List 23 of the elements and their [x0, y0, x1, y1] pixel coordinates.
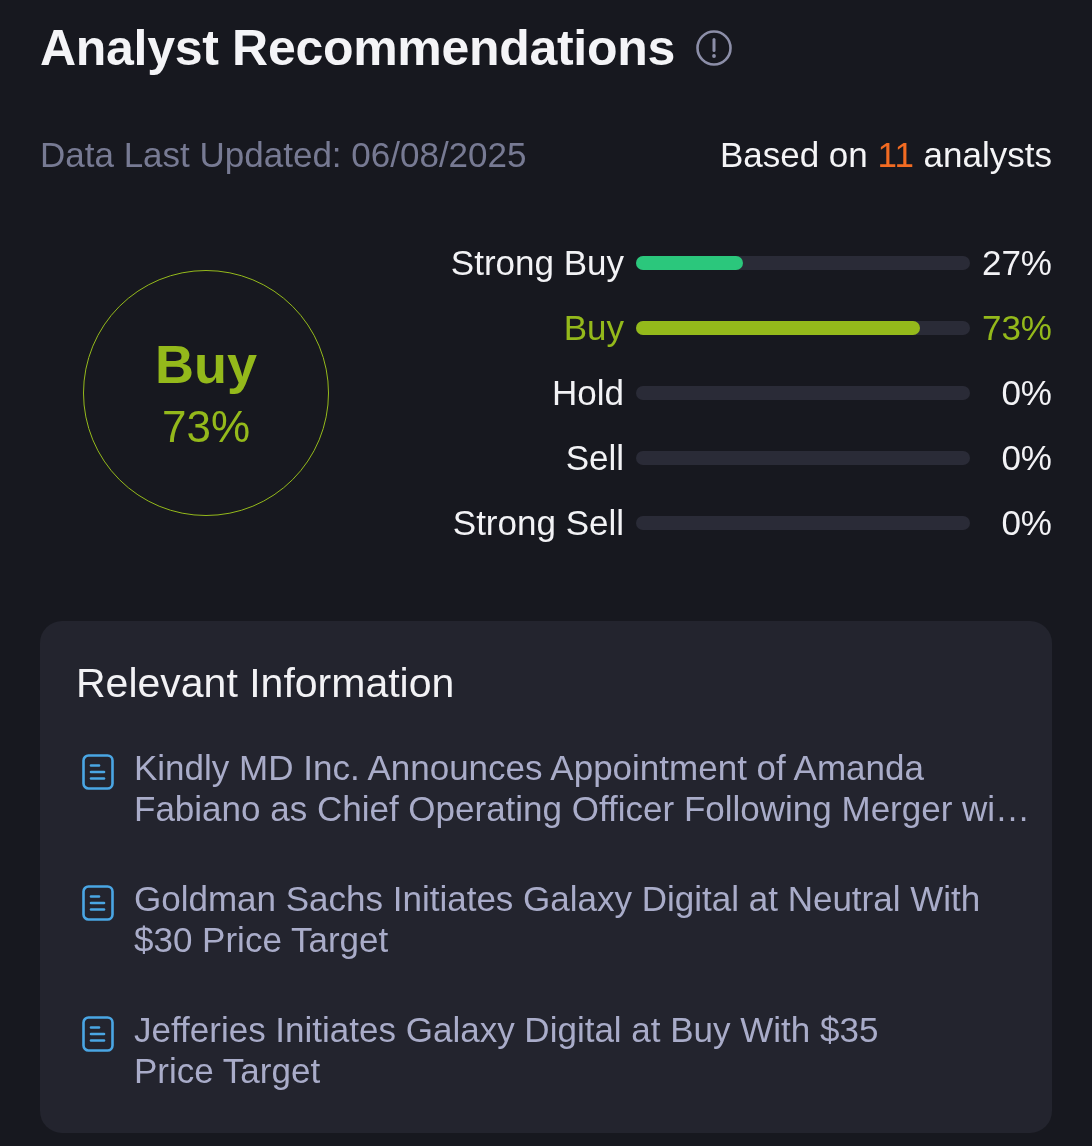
rating-label: Strong Buy [450, 241, 624, 284]
consensus-label: Buy [155, 333, 257, 394]
exclamation-icon[interactable] [694, 29, 733, 67]
last-updated-text: Data Last Updated: 06/08/2025 [40, 134, 527, 176]
rating-label: Buy [563, 306, 624, 349]
consensus-percent: 73% [161, 401, 251, 452]
rating-percent: 0% [1001, 371, 1052, 414]
rating-label: Sell [565, 436, 624, 479]
news-headline[interactable]: Jefferies Initiates Galaxy Digital at Buy With $35 Price Target [134, 1009, 1042, 1091]
news-headline[interactable]: Kindly MD Inc. Announces Appointment of Amanda Fabiano as Chief Operating Officer Following Merger wi… [134, 747, 1042, 829]
document-icon [82, 885, 114, 921]
rating-percent: 0% [1001, 436, 1052, 479]
analyst-count-text: Based on 11 analysts [719, 134, 1052, 176]
rating-percent: 27% [981, 241, 1052, 284]
document-icon [82, 754, 114, 790]
news-headline[interactable]: Goldman Sachs Initiates Galaxy Digital at Neutral With $30 Price Target [134, 878, 1042, 960]
rating-percent: 73% [981, 306, 1052, 349]
document-icon [82, 1016, 114, 1052]
rating-label: Strong Sell [452, 501, 624, 544]
card-title: Relevant Information [76, 659, 456, 707]
page-title: Analyst Recommendations [40, 19, 675, 78]
rating-percent: 0% [1001, 501, 1052, 544]
rating-label: Hold [552, 371, 624, 414]
